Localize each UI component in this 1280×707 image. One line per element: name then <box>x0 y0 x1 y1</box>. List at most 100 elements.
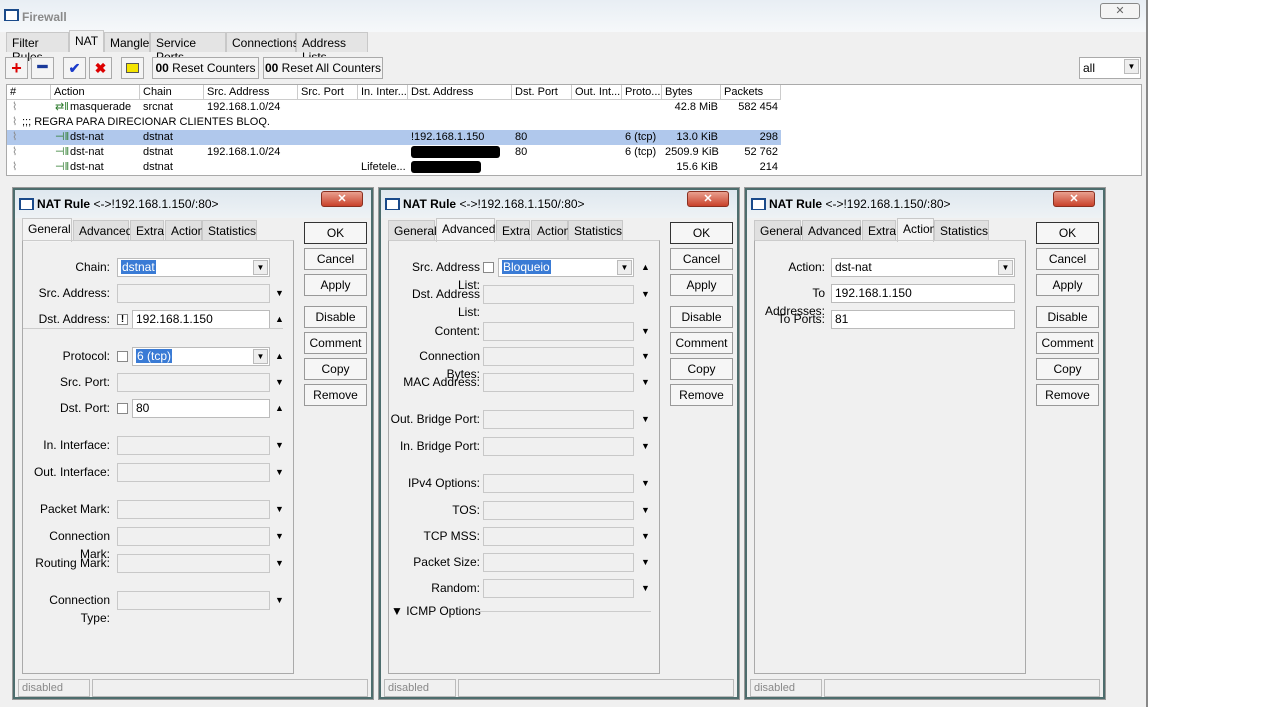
connection-type-input[interactable] <box>117 591 270 610</box>
column-header[interactable]: Dst. Address <box>408 85 512 100</box>
in-bridge-port-input[interactable] <box>483 437 634 456</box>
action-select[interactable]: dst-nat ▼ <box>831 258 1015 277</box>
expand-down-icon[interactable]: ▼ <box>275 373 284 391</box>
expand-down-icon[interactable]: ▼ <box>641 410 650 428</box>
tab-action[interactable]: Action <box>165 220 204 240</box>
negate-toggle[interactable]: ! <box>117 314 128 325</box>
ok-button[interactable]: OK <box>304 222 367 244</box>
expand-down-icon[interactable]: ▼ <box>275 284 284 302</box>
mac-address-input[interactable] <box>483 373 634 392</box>
connection-mark-input[interactable] <box>117 527 270 546</box>
close-button[interactable]: ✕ <box>1100 3 1140 19</box>
cancel-button[interactable]: Cancel <box>1036 248 1099 270</box>
comment-button[interactable]: Comment <box>670 332 733 354</box>
tcp-mss-input[interactable] <box>483 527 634 546</box>
tab-statistics[interactable]: Statistics <box>202 220 257 240</box>
negate-checkbox[interactable] <box>483 262 494 273</box>
column-header[interactable]: Out. Int... <box>572 85 622 100</box>
apply-button[interactable]: Apply <box>670 274 733 296</box>
tab-advanced[interactable]: Advanced <box>73 220 132 240</box>
dst-address-input[interactable]: 192.168.1.150 <box>132 310 270 329</box>
expand-down-icon[interactable]: ▼ <box>641 437 650 455</box>
table-row[interactable]: ⌇ ⊣‖ dst-nat dstnat !192.168.1.150 80 6 (tcp) 1… <box>7 130 781 145</box>
connection-bytes-input[interactable] <box>483 347 634 366</box>
negate-checkbox[interactable] <box>117 351 128 362</box>
dst-port-input[interactable]: 80 <box>132 399 270 418</box>
tab-statistics[interactable]: Statistics <box>568 220 623 240</box>
column-header[interactable]: Src. Port <box>298 85 358 100</box>
in-interface-input[interactable] <box>117 436 270 455</box>
expand-down-icon[interactable]: ▼ <box>641 322 650 340</box>
src-address-input[interactable] <box>117 284 270 303</box>
tab-action[interactable]: Action <box>897 218 936 242</box>
tab-advanced[interactable]: Advanced <box>436 218 495 242</box>
protocol-select[interactable]: 6 (tcp) ▼ <box>132 347 270 366</box>
cancel-button[interactable]: Cancel <box>304 248 367 270</box>
column-header[interactable]: Action <box>51 85 140 100</box>
src-port-input[interactable] <box>117 373 270 392</box>
column-header[interactable]: In. Inter... <box>358 85 408 100</box>
tab-statistics[interactable]: Statistics <box>934 220 989 240</box>
tab-extra[interactable]: Extra <box>862 220 896 240</box>
disable-x-icon[interactable]: ✖ <box>89 57 112 79</box>
chevron-down-icon[interactable]: ▼ <box>253 260 268 275</box>
column-header[interactable]: # <box>7 85 51 100</box>
copy-button[interactable]: Copy <box>1036 358 1099 380</box>
expand-down-icon[interactable]: ▼ <box>641 474 650 492</box>
tab-nat[interactable]: NAT <box>69 30 104 52</box>
apply-button[interactable]: Apply <box>1036 274 1099 296</box>
expand-down-icon[interactable]: ▼ <box>275 554 284 572</box>
tab-address-lists[interactable]: Address Lists <box>296 32 368 64</box>
content-input[interactable] <box>483 322 634 341</box>
add-icon[interactable]: + <box>5 57 28 79</box>
ok-button[interactable]: OK <box>670 222 733 244</box>
chevron-down-icon[interactable]: ▼ <box>998 260 1013 275</box>
expand-down-icon[interactable]: ▼ <box>641 373 650 391</box>
expand-up-icon[interactable]: ▲ <box>275 347 284 365</box>
tab-extra[interactable]: Extra <box>496 220 530 240</box>
tab-mangle[interactable]: Mangle <box>104 32 150 52</box>
tab-advanced[interactable]: Advanced <box>802 220 861 240</box>
table-row[interactable]: ⌇ ⊣‖ dst-nat dstnat 192.168.1.0/24 !200.201.1… <box>7 145 781 160</box>
out-interface-input[interactable] <box>117 463 270 482</box>
column-header[interactable]: Chain <box>140 85 204 100</box>
tab-extra[interactable]: Extra <box>130 220 164 240</box>
table-row[interactable]: ⌇ ⊣‖ dst-nat dstnat Lifetele... 201.16.32.155… <box>7 160 781 175</box>
remove-button[interactable]: Remove <box>1036 384 1099 406</box>
tab-connections[interactable]: Connections <box>226 32 299 52</box>
close-icon[interactable]: ✕ <box>1053 191 1095 207</box>
random-input[interactable] <box>483 579 634 598</box>
expand-up-icon[interactable]: ▲ <box>641 258 650 276</box>
dst-address-list-input[interactable] <box>483 285 634 304</box>
expand-down-icon[interactable]: ▼ <box>275 527 284 545</box>
tab-general[interactable]: General <box>754 220 803 240</box>
tab-general[interactable]: General <box>22 218 72 242</box>
src-address-list-select[interactable]: Bloqueio ▼ <box>498 258 634 277</box>
tab-filter-rules[interactable]: Filter Rules <box>6 32 69 64</box>
ipv4-options-input[interactable] <box>483 474 634 493</box>
packet-size-input[interactable] <box>483 553 634 572</box>
comment-row[interactable]: ⌇ ;;; REGRA PARA DIRECIONAR CLIENTES BLOQ… <box>7 115 781 130</box>
column-header[interactable]: Bytes <box>662 85 721 100</box>
chevron-down-icon[interactable]: ▼ <box>253 349 268 364</box>
enable-check-icon[interactable]: ✔ <box>63 57 86 79</box>
remove-icon[interactable]: ━ <box>31 57 54 79</box>
to-addresses-input[interactable]: 192.168.1.150 <box>831 284 1015 303</box>
expand-down-icon[interactable]: ▼ <box>641 553 650 571</box>
tab-service-ports[interactable]: Service Ports <box>150 32 226 64</box>
expand-down-icon[interactable]: ▼ <box>641 347 650 365</box>
tab-action[interactable]: Action <box>531 220 570 240</box>
out-bridge-port-input[interactable] <box>483 410 634 429</box>
cancel-button[interactable]: Cancel <box>670 248 733 270</box>
expand-down-icon[interactable]: ▼ <box>641 527 650 545</box>
comment-button[interactable]: Comment <box>1036 332 1099 354</box>
disable-button[interactable]: Disable <box>304 306 367 328</box>
comment-button[interactable]: Comment <box>304 332 367 354</box>
expand-down-icon[interactable]: ▼ <box>275 591 284 609</box>
expand-down-icon[interactable]: ▼ <box>275 500 284 518</box>
column-header[interactable]: Src. Address <box>204 85 298 100</box>
column-header[interactable]: Packets <box>721 85 781 100</box>
column-header[interactable]: Proto... <box>622 85 662 100</box>
comment-note-icon[interactable] <box>121 57 144 79</box>
expand-down-icon[interactable]: ▼ <box>275 463 284 481</box>
